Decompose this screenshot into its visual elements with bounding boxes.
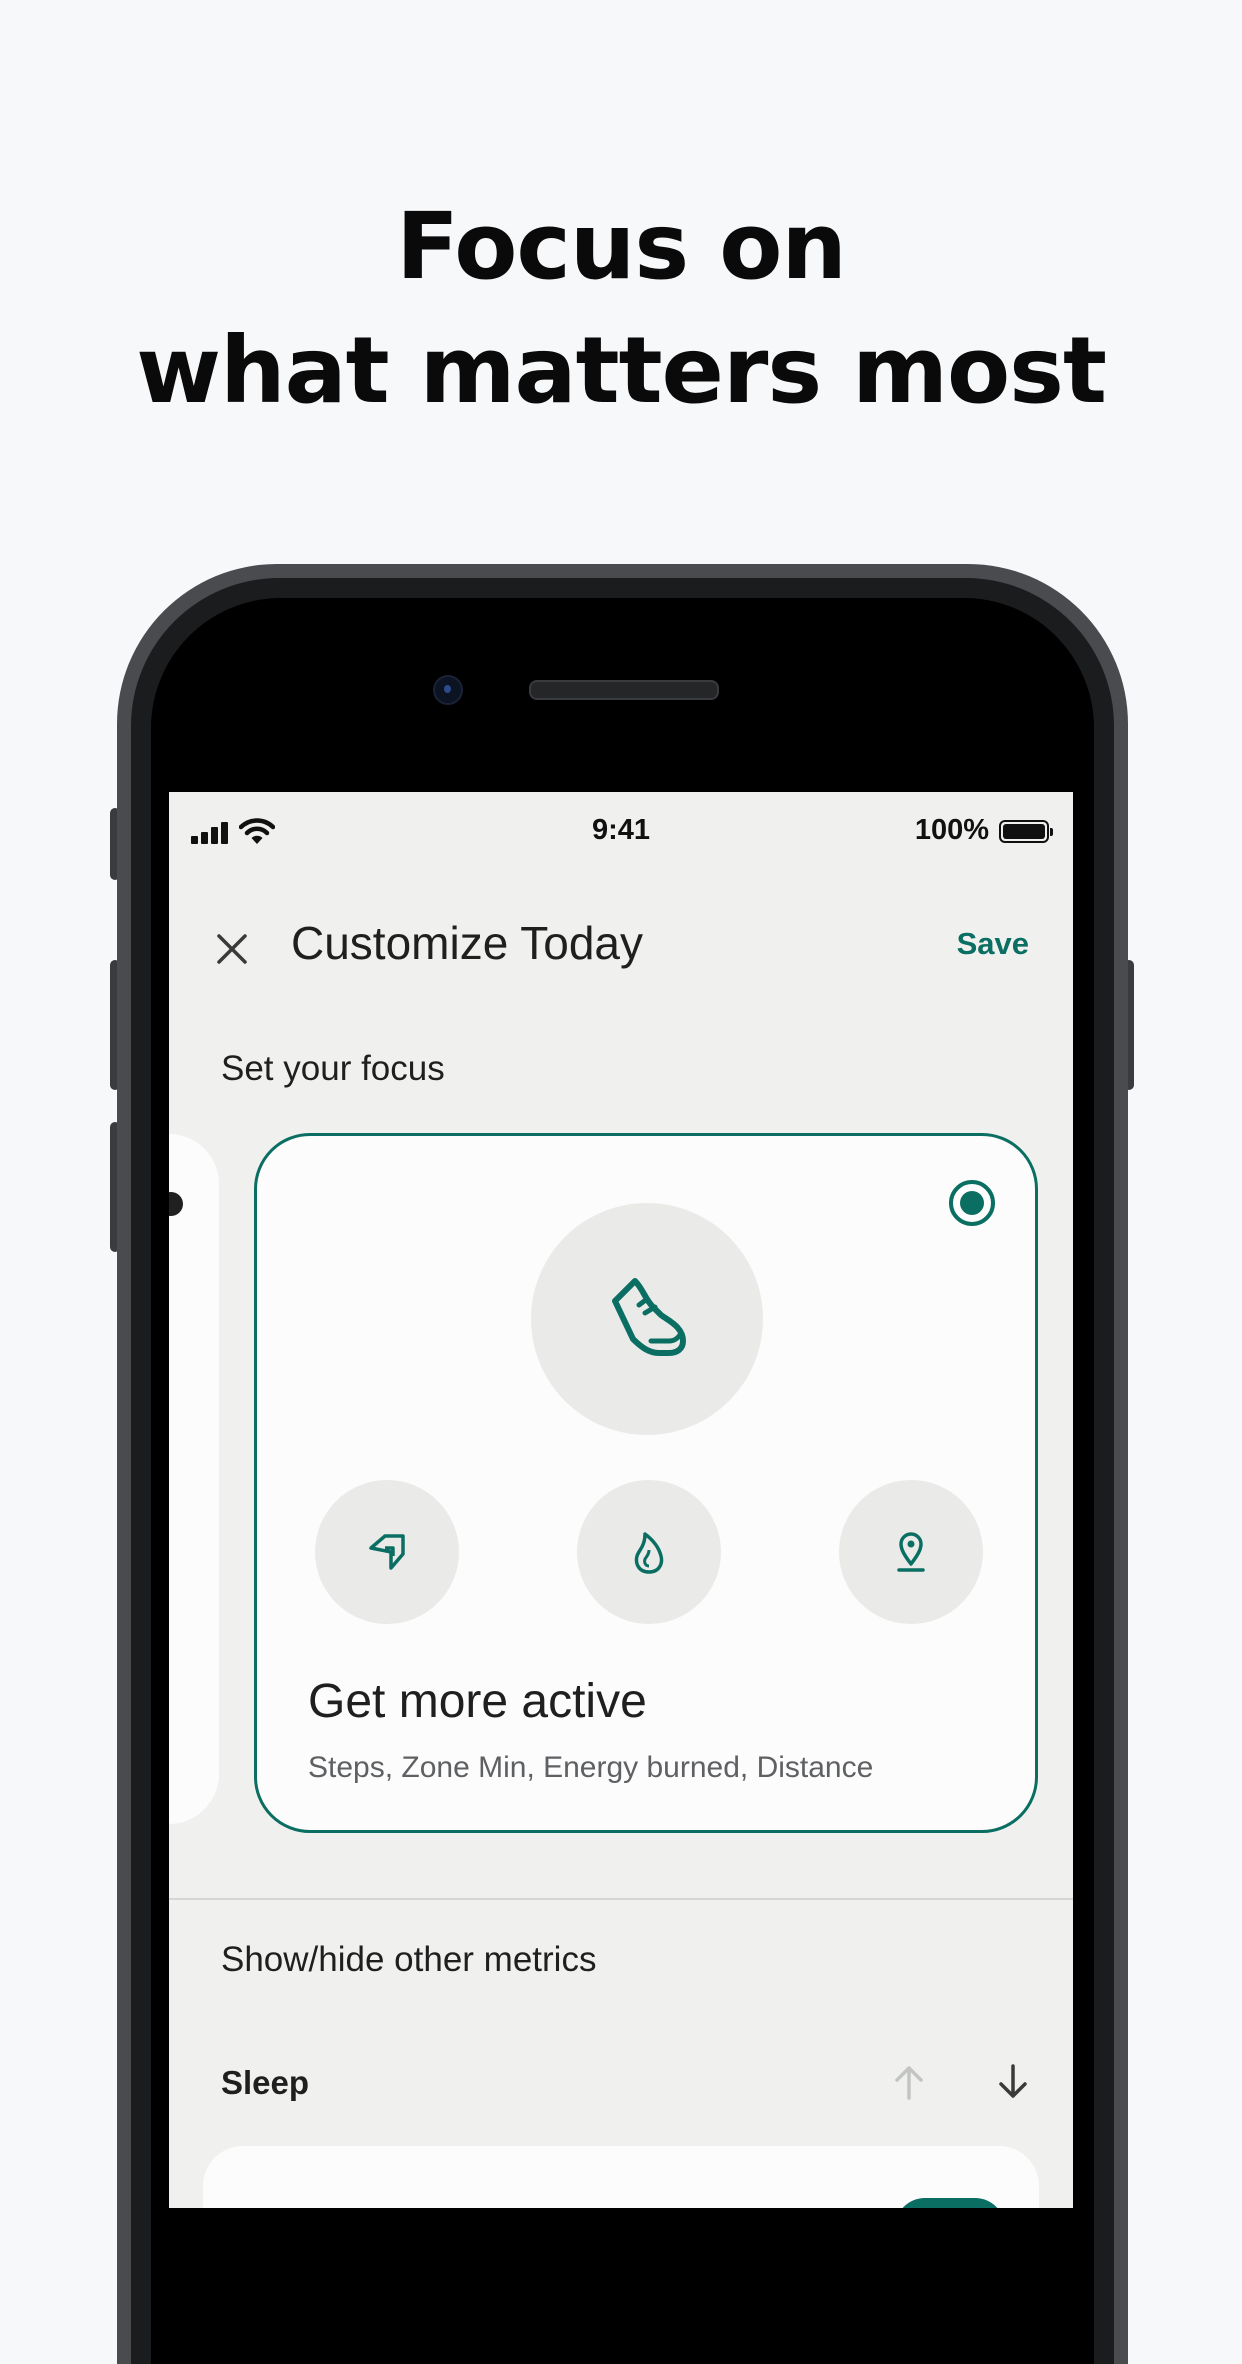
headline-line-1: Focus on (396, 193, 847, 300)
distance-circle (839, 1480, 983, 1624)
focus-section-label: Set your focus (221, 1049, 445, 1088)
focus-card-previous[interactable] (169, 1134, 219, 1824)
location-pin-icon (897, 1532, 925, 1572)
arrow-up-icon[interactable] (887, 2060, 931, 2104)
flame-icon (634, 1532, 664, 1574)
save-button[interactable]: Save (957, 926, 1029, 962)
zone-minutes-icon (369, 1534, 405, 1570)
focus-card-subtitle: Steps, Zone Min, Energy burned, Distance (308, 1751, 874, 1784)
front-camera (433, 675, 463, 705)
headline-line-2: what matters most (136, 317, 1107, 424)
earpiece-speaker (529, 680, 719, 700)
phone-screen: 9:41 100% Customize Today Save Set your … (169, 792, 1073, 2208)
battery-percentage: 100% (914, 814, 989, 846)
page-title: Customize Today (291, 917, 643, 969)
focus-main-icon-circle (531, 1203, 763, 1435)
sleep-metric-card (203, 2146, 1039, 2208)
status-bar: 9:41 100% (169, 792, 1073, 872)
focus-card-title: Get more active (308, 1675, 647, 1728)
focus-card-get-more-active[interactable]: Get more active Steps, Zone Min, Energy … (254, 1133, 1038, 1833)
section-divider (169, 1898, 1073, 1900)
arrow-down-icon[interactable] (991, 2060, 1035, 2104)
metrics-section-label: Show/hide other metrics (221, 1940, 597, 1979)
shoe-icon (612, 1278, 686, 1356)
metric-item-sleep-label: Sleep (221, 2064, 310, 2101)
battery-icon (999, 820, 1053, 843)
selected-radio-icon[interactable] (949, 1180, 995, 1226)
close-icon[interactable] (207, 924, 257, 974)
energy-burned-circle (577, 1480, 721, 1624)
marketing-headline: Focus on what matters most (0, 185, 1242, 433)
zone-minutes-circle (315, 1480, 459, 1624)
